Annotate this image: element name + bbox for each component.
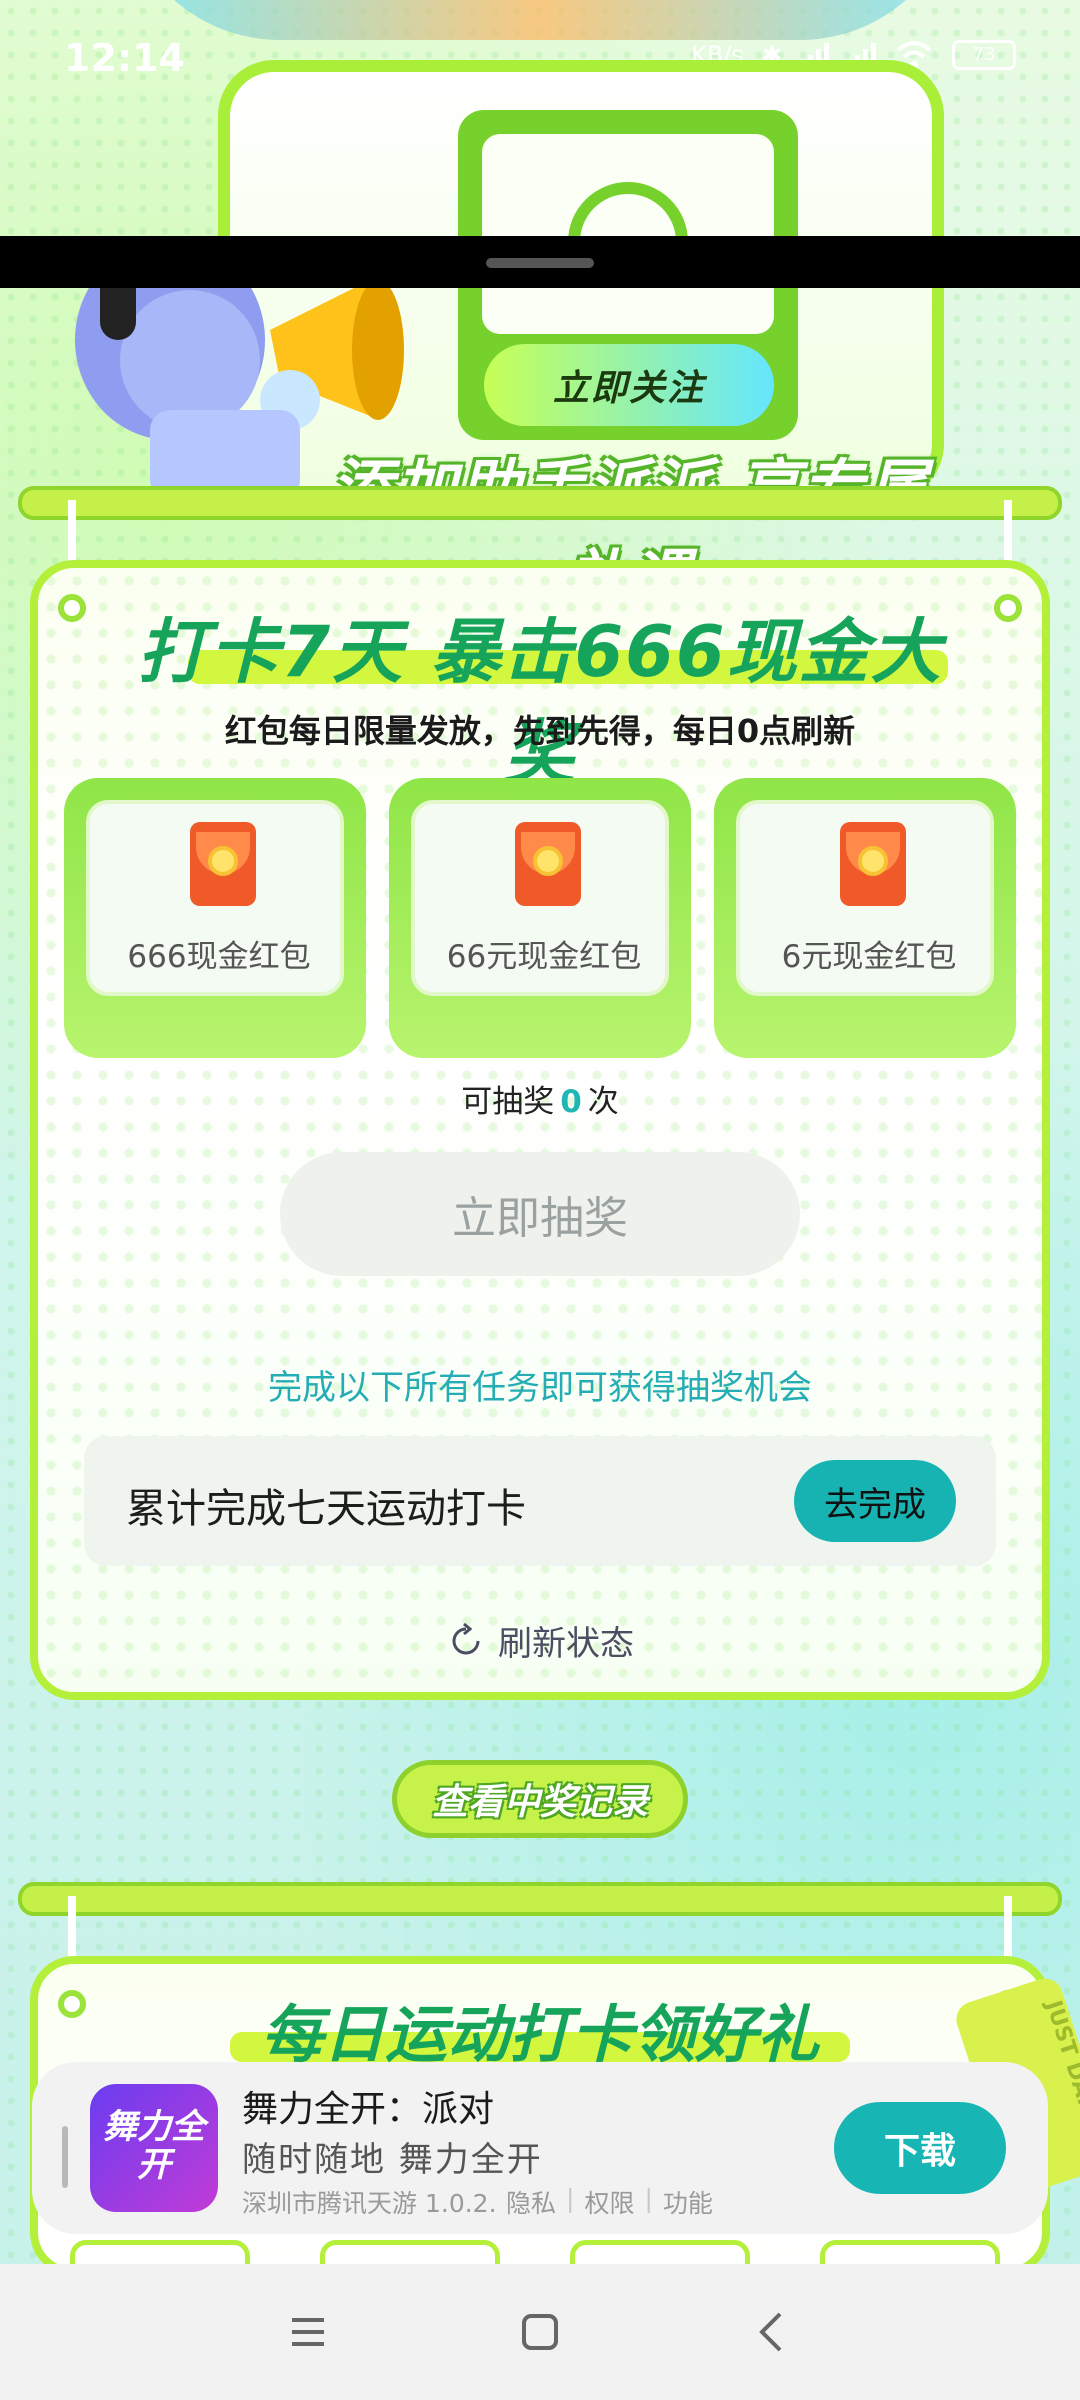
permissions-link[interactable]: 权限 (584, 2184, 634, 2220)
prize-label: 6元现金红包 (781, 939, 957, 975)
go-complete-button[interactable]: 去完成 (794, 1460, 956, 1542)
refresh-label: 刷新状态 (498, 1624, 634, 1664)
lottery-subtitle: 红包每日限量发放，先到先得，每日0点刷新 (224, 712, 856, 750)
lottery-title: 打卡7天 暴击666现金大奖 (137, 611, 943, 794)
download-button[interactable]: 下载 (834, 2102, 1006, 2194)
back-icon[interactable] (742, 2302, 802, 2362)
app-icon-text: 舞力全开 (103, 2107, 205, 2185)
prize-card: 6元现金红包 (714, 778, 1016, 1058)
app-developer: 深圳市腾讯天游 1.0.2.20 (242, 2189, 496, 2218)
coin-icon (858, 846, 888, 876)
system-nav-bar (0, 2264, 1080, 2400)
qr-code-area (482, 134, 774, 334)
view-records-button[interactable]: 查看中奖记录 (392, 1760, 688, 1838)
hanging-rail (18, 1882, 1062, 1916)
red-envelope-icon (515, 822, 581, 906)
bottom-sheet-bar[interactable] (0, 236, 1080, 288)
red-envelope-icon (190, 822, 256, 906)
status-time: 12:14 (64, 36, 185, 80)
daily-title: 每日运动打卡领好礼 (260, 1998, 819, 2071)
ring-left (58, 1990, 86, 2018)
draws-remaining: 可抽奖 0 次 (0, 1076, 1080, 1121)
hanging-rail (18, 486, 1062, 520)
app-slogan: 随时随地 舞力全开 (242, 2140, 543, 2180)
prize-label: 66元现金红包 (446, 939, 642, 975)
home-icon[interactable] (510, 2302, 570, 2362)
prize-label: 666现金红包 (127, 939, 311, 975)
prize-inner: 666现金红包 (86, 800, 344, 996)
app-title: 舞力全开：派对 (242, 2089, 495, 2130)
prize-card: 666现金红包 (64, 778, 366, 1058)
prize-card: 66元现金红包 (389, 778, 691, 1058)
task-row: 累计完成七天运动打卡 去完成 (84, 1436, 996, 1566)
red-envelope-icon (840, 822, 906, 906)
ring-right (994, 594, 1022, 622)
prize-inner: 66元现金红包 (411, 800, 669, 996)
draws-count: 0 (560, 1084, 582, 1120)
app-meta: 深圳市腾讯天游 1.0.2.20 隐私 | 权限 | 功能 (242, 2184, 713, 2220)
drag-handle[interactable] (486, 258, 594, 268)
battery-icon: 73 (952, 40, 1016, 70)
prize-inner: 6元现金红包 (736, 800, 994, 996)
refresh-icon (452, 1622, 480, 1654)
draw-button[interactable]: 立即抽奖 (280, 1152, 800, 1276)
refresh-status-button[interactable]: 刷新状态 (446, 1616, 634, 1665)
app-ad-banner[interactable]: 舞力全开 舞力全开：派对 随时随地 舞力全开 深圳市腾讯天游 1.0.2.20 … (32, 2062, 1048, 2234)
task-hint: 完成以下所有任务即可获得抽奖机会 (268, 1368, 812, 1408)
features-link[interactable]: 功能 (663, 2184, 713, 2220)
ring-left (58, 594, 86, 622)
privacy-link[interactable]: 隐私 (506, 2184, 556, 2220)
menu-icon[interactable] (278, 2302, 338, 2362)
coin-icon (533, 846, 563, 876)
ad-handle (62, 2126, 68, 2188)
coin-icon (208, 846, 238, 876)
follow-button[interactable]: 立即关注 (484, 344, 774, 426)
draws-prefix: 可抽奖 (461, 1084, 555, 1120)
draws-suffix: 次 (587, 1084, 619, 1120)
task-label: 累计完成七天运动打卡 (126, 1486, 526, 1532)
app-icon[interactable]: 舞力全开 (90, 2084, 218, 2212)
